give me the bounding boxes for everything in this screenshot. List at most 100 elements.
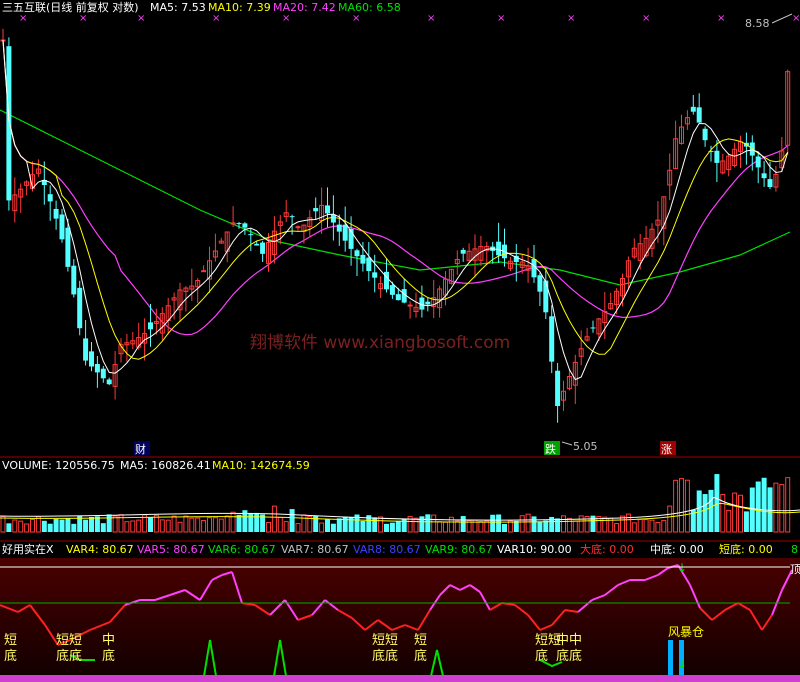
- volume-bar: [65, 518, 71, 532]
- volume-bar: [673, 479, 679, 533]
- volume-bar: [41, 520, 47, 532]
- candle-body: [47, 194, 53, 202]
- candle-body: [761, 173, 767, 179]
- badge-zhang-text: 涨: [661, 443, 672, 456]
- candle-body: [89, 351, 94, 367]
- candle-body: [254, 243, 260, 246]
- candle-body: [6, 46, 12, 201]
- candlesticks: [0, 28, 791, 423]
- candle-body: [702, 128, 708, 141]
- volume-bar: [6, 523, 12, 532]
- cyan-bar: [668, 640, 673, 675]
- var7-label: VAR7: 80.67: [281, 543, 349, 556]
- volume-bar: [561, 515, 566, 533]
- volume-bar: [395, 520, 401, 532]
- candle-body: [65, 227, 71, 267]
- volume-bar: [319, 522, 325, 533]
- ma5-line: [2, 39, 789, 381]
- candle-body: [755, 156, 761, 168]
- var8-label: VAR8: 80.67: [353, 543, 421, 556]
- volume-bar: [590, 515, 596, 532]
- ma20-label: MA20: 7.42: [273, 1, 336, 14]
- volume-bar: [177, 521, 183, 533]
- candle-body: [260, 242, 266, 254]
- volume-bar: [743, 511, 749, 532]
- volume-bar: [502, 523, 507, 532]
- bottom-label-bottom: 底底: [372, 648, 398, 664]
- volume-bars: [0, 474, 800, 533]
- volume-bar: [649, 519, 655, 533]
- candle-body: [201, 270, 207, 273]
- candle-body: [71, 265, 77, 295]
- volume-bar: [59, 519, 65, 532]
- volume-bar: [212, 517, 218, 533]
- down-arrow: ↓: [677, 657, 687, 671]
- candle-body: [425, 301, 431, 305]
- volume-bar: [71, 523, 77, 532]
- bottom-label-bottom: 底底: [56, 648, 82, 664]
- volume-bar: [431, 514, 437, 533]
- volume-bar: [702, 494, 708, 532]
- volume-bar: [271, 505, 277, 533]
- volume-bar: [112, 515, 118, 533]
- cross-marker: ×: [497, 13, 505, 24]
- var6-label: VAR6: 80.67: [208, 543, 276, 556]
- bottom-label-top: 短: [4, 633, 17, 648]
- volume-bar: [325, 519, 330, 532]
- indicator-edge-right: 顶: [790, 563, 800, 576]
- top-markers: × × × × × × × × × × × ×: [19, 13, 800, 24]
- bottom-label-top: 短: [414, 633, 427, 648]
- volume-bar: [378, 516, 384, 533]
- bottom-label-top: 短短: [56, 633, 82, 648]
- candle-body: [236, 223, 242, 225]
- volume-bar: [283, 521, 289, 533]
- volume-bar: [490, 514, 496, 532]
- candle-body: [94, 364, 100, 373]
- candle-body: [53, 208, 59, 219]
- candle-body: [330, 214, 336, 223]
- volume-bar: [236, 514, 242, 532]
- cross-marker: ×: [642, 13, 650, 24]
- volume-ma5-label: MA5: 160826.41: [120, 459, 211, 472]
- ma60-label: MA60: 6.58: [338, 1, 401, 14]
- volume-bar: [248, 512, 254, 532]
- stock-chart[interactable]: × × × × × × × × × × × × ↓ ↓ 翔博软件 www.xiangbosoft.com…: [0, 0, 800, 682]
- candle-body: [537, 275, 543, 292]
- candle-body: [714, 150, 720, 163]
- candle-body: [389, 285, 395, 295]
- candle-body: [148, 322, 153, 330]
- volume-bar: [773, 482, 779, 533]
- volume-bar: [525, 513, 531, 533]
- volume-bar: [454, 520, 460, 533]
- bottom-label-top: 中: [102, 633, 115, 648]
- volume-bar: [732, 492, 738, 533]
- volume-bar: [655, 522, 661, 533]
- volume-bar: [443, 521, 448, 533]
- var5-label: VAR5: 80.67: [137, 543, 205, 556]
- badge-cai-text: 财: [135, 442, 146, 456]
- bottom-label-bottom: 底: [102, 648, 115, 664]
- volume-bar: [30, 518, 35, 533]
- low-pointer: [561, 441, 573, 446]
- volume-bar: [631, 522, 637, 533]
- volume-bar: [106, 514, 112, 532]
- volume-bar: [24, 523, 30, 533]
- down-arrow: ↓: [677, 561, 687, 575]
- volume-bar: [755, 481, 761, 532]
- ma60-path: [0, 109, 791, 286]
- candle-body: [543, 280, 549, 313]
- volume-bar: [643, 519, 649, 533]
- candle-body: [242, 223, 248, 228]
- volume-bar: [507, 520, 513, 533]
- indicator-name: 好用实在X: [2, 542, 54, 556]
- candle-body: [313, 208, 319, 212]
- volume-bar: [94, 516, 100, 532]
- volume-bar: [578, 515, 584, 533]
- volume-bar: [637, 518, 643, 533]
- bottom-label-bottom: 底: [4, 648, 17, 664]
- volume-bar: [708, 489, 714, 532]
- candle-body: [354, 250, 360, 257]
- volume-bar: [726, 509, 732, 533]
- zhongdi-label: 中底: 0.00: [650, 542, 704, 556]
- candle-body: [289, 216, 295, 218]
